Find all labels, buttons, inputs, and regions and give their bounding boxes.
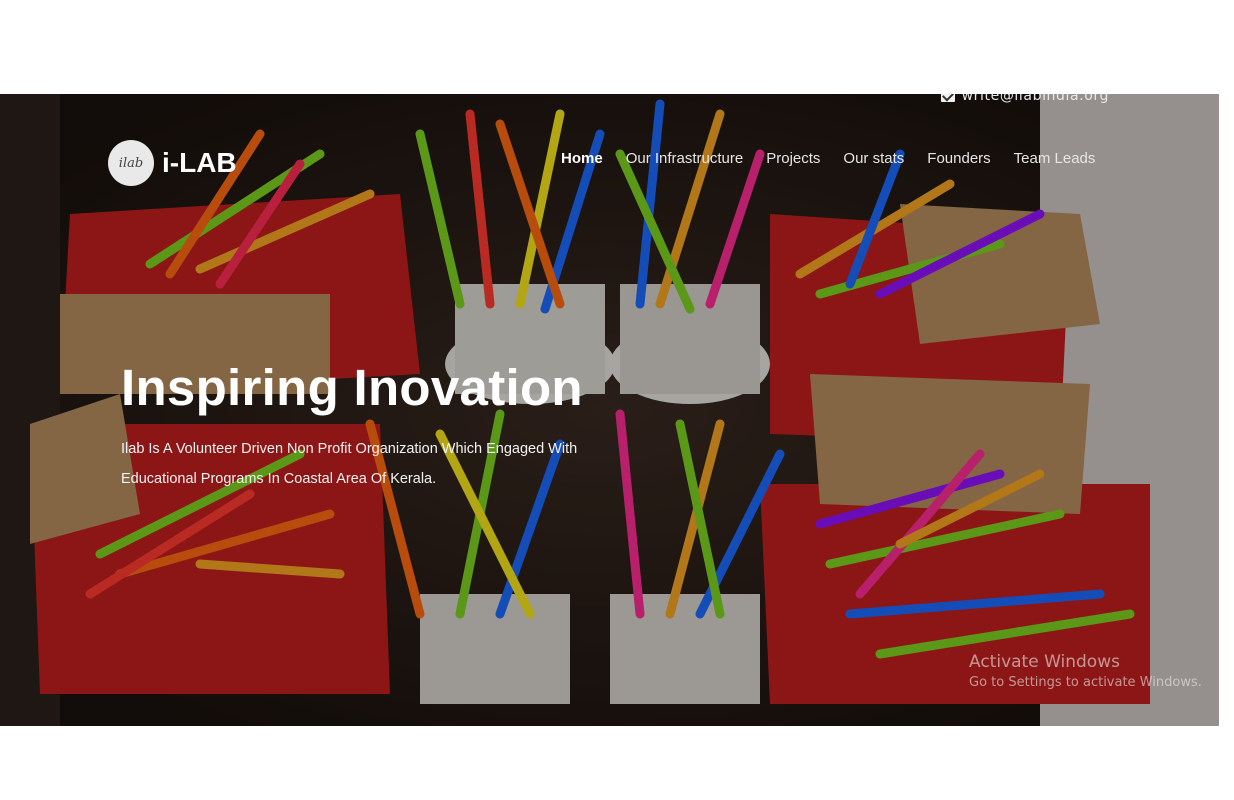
hero-description: Ilab Is A Volunteer Driven Non Profit Or… [121,441,578,487]
site-logo[interactable]: ilab i-LAB [108,140,237,186]
watermark-subtitle: Go to Settings to activate Windows. [969,675,1202,690]
hero-banner: write@ilabindia.org ilab i-LAB Home Our … [0,94,1219,726]
envelope-icon [940,94,955,102]
nav-item-our-stats[interactable]: Our stats [843,150,904,167]
main-nav: Home Our Infrastructure Projects Our sta… [561,150,1095,167]
nav-item-projects[interactable]: Projects [766,150,820,167]
nav-item-founders[interactable]: Founders [927,150,990,167]
contact-email[interactable]: write@ilabindia.org [962,94,1109,104]
logo-badge: ilab [108,140,154,186]
contact-bar: write@ilabindia.org [940,94,1109,104]
watermark-title: Activate Windows [969,652,1120,672]
hero-title: Inspiring Inovation [121,359,583,416]
windows-activation-watermark: Activate Windows Go to Settings to activ… [969,652,1202,690]
nav-item-our-infrastructure[interactable]: Our Infrastructure [626,150,744,167]
nav-item-team-leads[interactable]: Team Leads [1014,150,1096,167]
brand-name: i-LAB [162,147,237,178]
nav-item-home[interactable]: Home [561,150,603,167]
